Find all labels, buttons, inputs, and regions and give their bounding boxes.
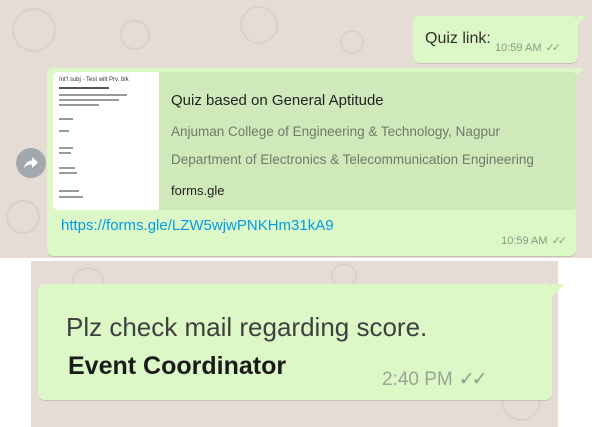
link-preview-description: Department of Electronics & Telecommunic… xyxy=(171,152,534,167)
message-meta: 10:59 AM ✓✓ xyxy=(495,41,561,55)
link-preview-title: Quiz based on General Aptitude xyxy=(171,92,384,109)
double-check-icon: ✓✓ xyxy=(545,42,561,54)
message-bubble-link-preview[interactable]: Int'l subj · Test wilt Prv. blk Quiz bas… xyxy=(47,68,584,256)
link-preview-card[interactable]: Int'l subj · Test wilt Prv. blk Quiz bas… xyxy=(53,72,577,210)
message-bubble-score[interactable]: Plz check mail regarding score. Event Co… xyxy=(38,284,565,400)
message-text: Quiz link: xyxy=(425,30,491,47)
message-text: Plz check mail regarding score. xyxy=(66,312,428,342)
double-check-icon: ✓✓ xyxy=(551,235,568,247)
message-meta: 2:40 PM ✓✓ xyxy=(382,368,488,391)
timestamp: 2:40 PM xyxy=(382,368,453,390)
link-preview-description: Anjuman College of Engineering & Technol… xyxy=(171,124,500,139)
link-url[interactable]: https://forms.gle/LZW5wjwPNKHm31kA9 xyxy=(61,217,334,234)
link-preview-domain: forms.gle xyxy=(171,183,225,198)
message-meta: 10:59 AM ✓✓ xyxy=(501,234,568,248)
sender-signature: Event Coordinator xyxy=(68,352,287,380)
double-check-icon: ✓✓ xyxy=(458,369,488,390)
timestamp: 10:59 AM xyxy=(501,234,548,247)
message-bubble-quiz-link[interactable]: Quiz link: 10:59 AM ✓✓ xyxy=(413,16,586,63)
form-thumbnail: Int'l subj · Test wilt Prv. blk xyxy=(53,72,159,210)
chat-background-top: Quiz link: 10:59 AM ✓✓ Int'l subj · Test… xyxy=(0,0,592,258)
timestamp: 10:59 AM xyxy=(495,41,542,54)
forward-share-icon[interactable] xyxy=(16,148,46,178)
